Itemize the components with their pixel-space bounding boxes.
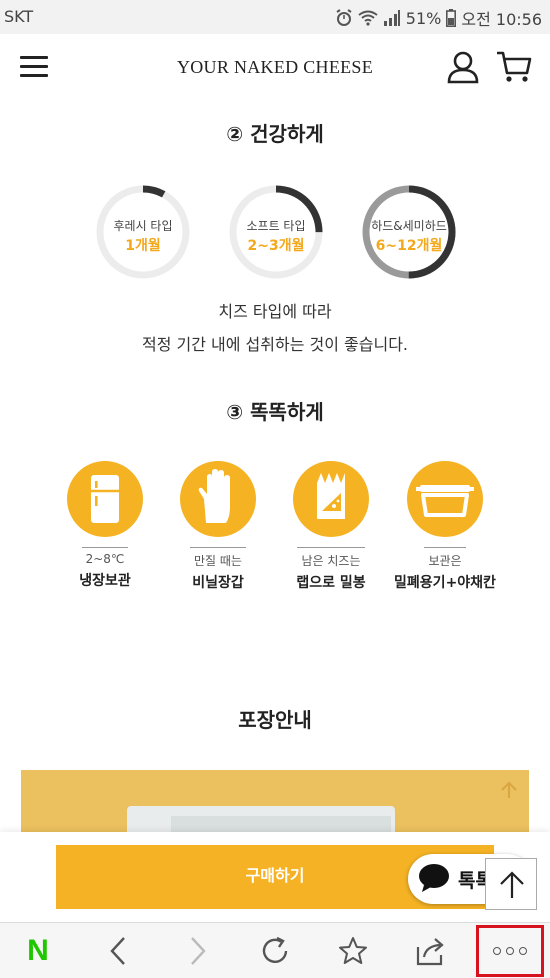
signal-icon (383, 10, 400, 26)
ring-value: 2~3개월 (247, 238, 305, 254)
user-icon[interactable] (446, 50, 480, 84)
tip-glove: 만질 때는 비닐장갑 (158, 461, 278, 592)
clock: 오전 10:56 (461, 10, 542, 29)
ring-soft: 소프트 타입 2~3개월 (228, 184, 324, 280)
ring-value: 1개월 (125, 238, 161, 254)
smart-section-title: ③ 똑똑하게 (226, 400, 324, 424)
packaging-title: 포장안내 (238, 708, 312, 732)
status-icons: 51% 오전 10:56 (335, 6, 542, 30)
ring-label: 소프트 타입 (246, 219, 306, 233)
chat-bubble-icon (419, 864, 449, 892)
battery-percent: 51% (405, 8, 442, 28)
naver-home-button[interactable]: N (8, 923, 68, 978)
share-button[interactable] (401, 923, 461, 978)
reload-icon (262, 936, 288, 964)
carrier-label: SKT (4, 7, 34, 26)
tip-wrap: 남은 치즈는 랩으로 밀봉 (271, 461, 391, 592)
battery-icon (446, 9, 457, 27)
share-icon (416, 938, 444, 966)
healthy-desc-line2: 적정 기간 내에 섭취하는 것이 좋습니다. (141, 335, 409, 354)
wifi-icon (358, 10, 378, 26)
tip-title: 냉장보관 (79, 573, 131, 589)
cart-icon[interactable] (496, 50, 532, 84)
star-icon (339, 937, 367, 964)
tip-title: 랩으로 밀봉 (296, 575, 366, 591)
tip-caption: 남은 치즈는 (297, 547, 365, 569)
healthy-desc-line1: 치즈 타입에 따라 (218, 302, 332, 321)
purchase-bar: 구매하기 톡톡 (0, 832, 550, 922)
browser-toolbar: N (0, 922, 550, 978)
tip-title: 밀폐용기+야채칸 (394, 575, 496, 591)
tip-caption: 보관은 (424, 547, 466, 569)
glove-icon (198, 469, 230, 523)
forward-button[interactable] (168, 923, 228, 978)
more-menu-button[interactable] (476, 925, 544, 977)
fridge-icon (91, 475, 119, 523)
tip-container: 보관은 밀폐용기+야채칸 (385, 461, 505, 592)
container-icon (416, 485, 474, 517)
scroll-up-hint-icon (501, 781, 517, 798)
alarm-icon (336, 9, 352, 26)
chevron-left-icon (110, 937, 125, 965)
packaging-image (21, 770, 529, 840)
chevron-right-icon (191, 937, 206, 965)
ring-fresh: 후레시 타입 1개월 (95, 184, 191, 280)
reload-button[interactable] (245, 923, 305, 978)
ring-value: 6~12개월 (375, 238, 443, 254)
healthy-section-title: ② 건강하게 (226, 122, 324, 146)
ring-hard: 하드&세미하드 6~12개월 (361, 184, 457, 280)
more-dots-icon (493, 947, 527, 955)
back-button[interactable] (88, 923, 148, 978)
status-bar: SKT 51% 오전 10:56 (0, 0, 550, 34)
arrow-up-icon (500, 871, 524, 898)
site-header: YOUR NAKED CHEESE (0, 34, 550, 98)
cheese-wrap-icon (317, 473, 345, 519)
ring-label: 하드&세미하드 (371, 219, 447, 233)
bookmark-button[interactable] (323, 923, 383, 978)
tip-fridge: 2~8℃ 냉장보관 (45, 461, 165, 590)
naver-logo-icon: N (27, 934, 49, 967)
tip-caption: 만질 때는 (190, 547, 246, 569)
ring-label: 후레시 타입 (113, 219, 173, 233)
tip-title: 비닐장갑 (192, 575, 244, 591)
scroll-to-top-button[interactable] (485, 858, 537, 910)
tip-caption: 2~8℃ (81, 547, 129, 566)
